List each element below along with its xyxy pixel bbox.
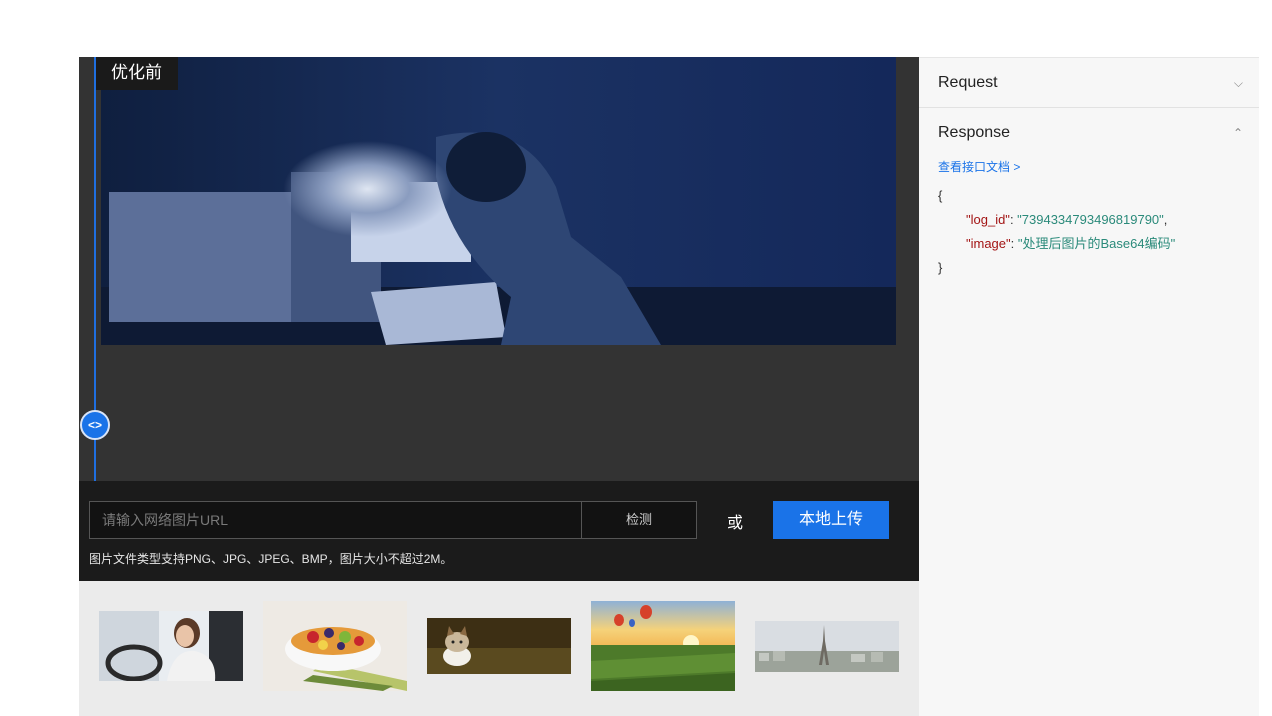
json-key-image: "image"	[966, 236, 1011, 251]
chevron-down-icon: ⌵	[1233, 76, 1243, 90]
before-label: 优化前	[95, 57, 178, 90]
sample-images	[79, 581, 919, 716]
preview-image	[101, 57, 896, 345]
upload-controls: 检测 或 本地上传 图片文件类型支持PNG、JPG、JPEG、BMP，图片大小不…	[79, 481, 919, 581]
json-value-image: "处理后图片的Base64编码"	[1017, 236, 1176, 251]
upload-hint: 图片文件类型支持PNG、JPG、JPEG、BMP，图片大小不超过2M。	[89, 552, 453, 566]
api-panel: Request ⌵ Response ⌃ 查看接口文档 > { "log_id"…	[919, 57, 1259, 716]
response-title: Response	[938, 124, 1011, 141]
image-url-input[interactable]	[89, 501, 582, 539]
request-section-header[interactable]: Request ⌵	[919, 58, 1259, 108]
local-upload-button[interactable]: 本地上传	[773, 501, 889, 539]
chevron-up-icon: ⌃	[1232, 126, 1243, 140]
json-line-log-id: "log_id": "7394334793496819790",	[938, 208, 1175, 232]
image-demo: 优化前 <> 检测 或 本地上传 图片文件类型支持PNG、JPG、JPEG、BM…	[79, 57, 919, 716]
preview-stage: 优化前	[79, 57, 919, 481]
json-close-brace: }	[938, 260, 943, 275]
response-json: { "log_id": "7394334793496819790", "imag…	[938, 184, 1175, 280]
or-separator: 或	[727, 515, 744, 532]
json-line-image: "image": "处理后图片的Base64编码"	[938, 232, 1175, 256]
request-title: Request	[938, 74, 998, 91]
sample-thumbnail-driver[interactable]	[99, 611, 243, 681]
json-key-log-id: "log_id"	[966, 212, 1010, 227]
compare-slider-handle[interactable]: <>	[80, 410, 110, 440]
detect-button[interactable]: 检测	[581, 501, 697, 539]
json-colon: :	[1010, 236, 1018, 251]
json-open-brace: {	[938, 188, 943, 203]
sample-thumbnail-balloons[interactable]	[591, 601, 735, 691]
json-value-log-id: "7394334793496819790"	[1017, 212, 1164, 227]
sample-thumbnail-eiffel-tower[interactable]	[755, 621, 899, 672]
api-doc-link[interactable]: 查看接口文档 >	[938, 158, 1020, 175]
response-section-header[interactable]: Response ⌃	[919, 108, 1259, 158]
sample-thumbnail-fruit-bowl[interactable]	[263, 601, 407, 691]
sample-thumbnail-kitten[interactable]	[427, 618, 571, 674]
json-comma: ,	[1163, 212, 1168, 227]
